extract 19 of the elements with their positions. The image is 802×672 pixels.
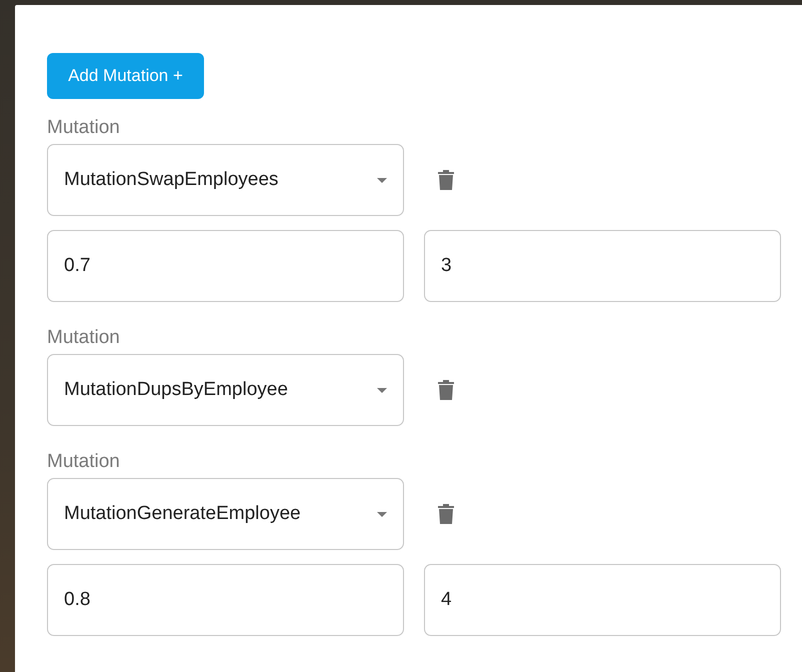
- delete-button[interactable]: [438, 504, 454, 524]
- field-label: Mutation: [47, 328, 121, 348]
- caret-icon: [377, 388, 387, 392]
- field-label: Mutation: [47, 452, 121, 472]
- trash-icon: [438, 380, 454, 400]
- field-label: Mutation: [47, 118, 121, 138]
- mutation-select[interactable]: MutationGenerateEmployee: [47, 478, 404, 550]
- delete-button[interactable]: [438, 380, 454, 400]
- parameter-field[interactable]: 0.7: [47, 230, 404, 302]
- caret-icon: [377, 178, 387, 182]
- delete-button[interactable]: [438, 170, 454, 190]
- parameter-field[interactable]: 4: [424, 564, 781, 636]
- trash-icon: [438, 170, 454, 190]
- parameter-field[interactable]: 3: [424, 230, 781, 302]
- mutation-select[interactable]: MutationDupsByEmployee: [47, 354, 404, 426]
- parameter-field[interactable]: 0.8: [47, 564, 404, 636]
- caret-icon: [377, 512, 387, 516]
- mutation-select[interactable]: MutationSwapEmployees: [47, 144, 404, 216]
- trash-icon: [438, 504, 454, 524]
